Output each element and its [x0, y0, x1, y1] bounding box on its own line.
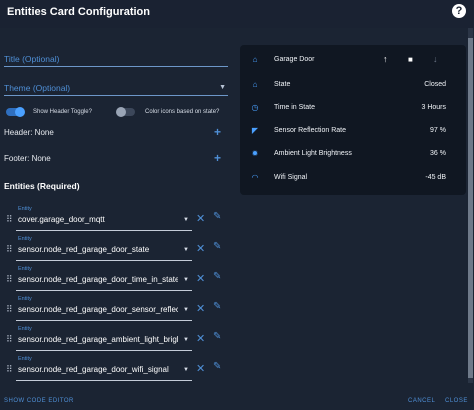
- remove-entity-icon[interactable]: ✕: [196, 362, 205, 375]
- state-color-toggle-label: Color icons based on state?: [145, 109, 220, 115]
- entity-label: Entity: [18, 296, 32, 302]
- toggle-knob: [15, 107, 25, 117]
- preview-row-name: Time in State: [274, 104, 315, 111]
- preview-row-value: Closed: [424, 81, 446, 88]
- edit-entity-icon[interactable]: ✎: [213, 271, 221, 282]
- entity-picker[interactable]: Entity sensor.node_red_garage_door_time_…: [16, 265, 192, 291]
- edit-entity-icon[interactable]: ✎: [213, 241, 221, 252]
- entity-label: Entity: [18, 266, 32, 272]
- show-header-toggle-label: Show Header Toggle?: [33, 109, 92, 115]
- remove-entity-icon[interactable]: ✕: [196, 332, 205, 345]
- footer-label: Footer: None: [4, 154, 51, 163]
- brightness-icon: ✹: [251, 149, 259, 158]
- drag-handle-icon[interactable]: ⠿: [6, 244, 13, 255]
- title-field[interactable]: Title (Optional): [4, 53, 228, 67]
- preview-row-name: State: [274, 81, 291, 88]
- entity-value: cover.garage_door_mqtt: [18, 215, 105, 224]
- preview-row-value: 36 %: [430, 150, 446, 157]
- preview-row-value: 3 Hours: [421, 104, 446, 111]
- close-button[interactable]: CLOSE: [445, 398, 468, 404]
- entity-value: sensor.node_red_garage_ambient_light_bri…: [18, 335, 178, 344]
- entity-label: Entity: [18, 326, 32, 332]
- dialog-title: Entities Card Configuration: [7, 6, 150, 18]
- preview-row-value: -45 dB: [425, 174, 446, 181]
- reflection-icon: ◤: [251, 126, 259, 135]
- chevron-down-icon: ▼: [183, 307, 189, 313]
- edit-entity-icon[interactable]: ✎: [213, 211, 221, 222]
- timer-icon: ◷: [251, 103, 259, 112]
- theme-select[interactable]: Theme (Optional) ▼: [4, 82, 228, 96]
- chevron-down-icon: ▼: [183, 247, 189, 253]
- entity-row: ⠿ Entity sensor.node_red_garage_door_sen…: [0, 295, 240, 323]
- drag-handle-icon[interactable]: ⠿: [6, 334, 13, 345]
- theme-placeholder: Theme (Optional): [4, 83, 71, 93]
- add-footer-icon[interactable]: +: [214, 151, 221, 165]
- preview-row-name: Wifi Signal: [274, 174, 308, 181]
- help-circle-icon[interactable]: ?: [452, 4, 466, 18]
- chevron-down-icon: ▼: [183, 217, 189, 223]
- garage-icon: ⌂: [252, 55, 258, 64]
- drag-handle-icon[interactable]: ⠿: [6, 364, 13, 375]
- entity-row: ⠿ Entity sensor.node_red_garage_door_sta…: [0, 235, 240, 263]
- preview-row-reflection[interactable]: ◤ Sensor Reflection Rate 97 %: [240, 124, 466, 140]
- preview-row-wifi[interactable]: ◠ Wifi Signal -45 dB: [240, 171, 466, 187]
- entity-label: Entity: [18, 236, 32, 242]
- edit-entity-icon[interactable]: ✎: [213, 301, 221, 312]
- entity-row: ⠿ Entity sensor.node_red_garage_door_wif…: [0, 355, 240, 383]
- remove-entity-icon[interactable]: ✕: [196, 212, 205, 225]
- preview-row-name: Sensor Reflection Rate: [274, 127, 346, 134]
- state-color-toggle[interactable]: [116, 107, 135, 117]
- entities-heading: Entities (Required): [4, 181, 80, 191]
- preview-row-name: Ambient Light Brightness: [274, 150, 352, 157]
- chevron-down-icon: ▼: [183, 277, 189, 283]
- preview-row-time-in-state[interactable]: ◷ Time in State 3 Hours: [240, 101, 466, 117]
- entity-picker[interactable]: Entity sensor.node_red_garage_door_wifi_…: [16, 355, 192, 381]
- show-code-editor-button[interactable]: SHOW CODE EDITOR: [4, 398, 74, 404]
- entity-label: Entity: [18, 356, 32, 362]
- entity-label: Entity: [18, 206, 32, 212]
- dialog-header: Entities Card Configuration ?: [0, 0, 474, 28]
- entity-value: sensor.node_red_garage_door_time_in_stat…: [18, 275, 178, 284]
- entity-row: ⠿ Entity sensor.node_red_garage_door_tim…: [0, 265, 240, 293]
- chevron-down-icon: ▼: [219, 84, 226, 91]
- entity-value: sensor.node_red_garage_door_wifi_signal: [18, 365, 169, 374]
- add-header-icon[interactable]: +: [214, 125, 221, 139]
- preview-row-brightness[interactable]: ✹ Ambient Light Brightness 36 %: [240, 147, 466, 163]
- close-cover-button[interactable]: ↓: [433, 54, 438, 64]
- show-header-toggle[interactable]: [6, 107, 25, 117]
- garage-icon: ⌂: [252, 80, 258, 89]
- entity-picker[interactable]: Entity sensor.node_red_garage_ambient_li…: [16, 325, 192, 351]
- chevron-down-icon: ▼: [183, 337, 189, 343]
- scrollbar[interactable]: [468, 28, 473, 383]
- edit-entity-icon[interactable]: ✎: [213, 331, 221, 342]
- entity-row: ⠿ Entity sensor.node_red_garage_ambient_…: [0, 325, 240, 353]
- entity-row: ⠿ Entity cover.garage_door_mqtt ▼ ✕ ✎: [0, 205, 240, 233]
- remove-entity-icon[interactable]: ✕: [196, 302, 205, 315]
- entity-value: sensor.node_red_garage_door_state: [18, 245, 150, 254]
- entity-picker[interactable]: Entity cover.garage_door_mqtt ▼: [16, 205, 192, 231]
- drag-handle-icon[interactable]: ⠿: [6, 274, 13, 285]
- header-label: Header: None: [4, 128, 54, 137]
- open-cover-button[interactable]: ↑: [383, 54, 388, 64]
- toggle-knob: [116, 107, 126, 117]
- cancel-button[interactable]: CANCEL: [408, 398, 435, 404]
- entity-picker[interactable]: Entity sensor.node_red_garage_door_senso…: [16, 295, 192, 321]
- entity-picker[interactable]: Entity sensor.node_red_garage_door_state…: [16, 235, 192, 261]
- preview-row-state[interactable]: ⌂ State Closed: [240, 78, 466, 94]
- edit-entity-icon[interactable]: ✎: [213, 361, 221, 372]
- entities-card-preview: ⌂ Garage Door ↑ ■ ↓ ⌂ State Closed ◷ Tim…: [240, 45, 466, 195]
- title-placeholder: Title (Optional): [4, 54, 60, 64]
- remove-entity-icon[interactable]: ✕: [196, 272, 205, 285]
- wifi-icon: ◠: [251, 173, 259, 182]
- drag-handle-icon[interactable]: ⠿: [6, 214, 13, 225]
- stop-cover-button[interactable]: ■: [408, 55, 413, 64]
- chevron-down-icon: ▼: [183, 367, 189, 373]
- drag-handle-icon[interactable]: ⠿: [6, 304, 13, 315]
- remove-entity-icon[interactable]: ✕: [196, 242, 205, 255]
- scrollbar-thumb[interactable]: [468, 38, 473, 378]
- entity-value: sensor.node_red_garage_door_sensor_refle…: [18, 305, 178, 314]
- preview-row-name: Garage Door: [274, 56, 315, 63]
- preview-row-value: 97 %: [430, 127, 446, 134]
